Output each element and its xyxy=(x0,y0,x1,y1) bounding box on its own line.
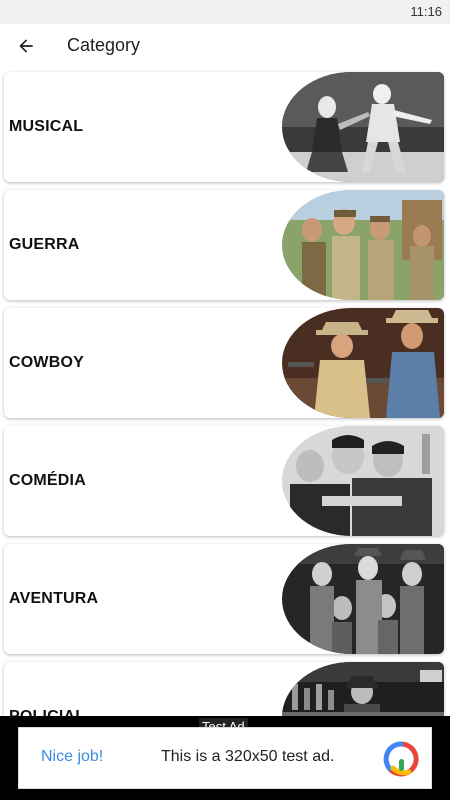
category-card-aventura[interactable]: AVENTURA xyxy=(4,544,444,654)
ad-content[interactable]: Nice job! This is a 320x50 test ad. xyxy=(18,727,432,789)
category-label: AVENTURA xyxy=(9,590,99,607)
page-title: Category xyxy=(67,35,141,55)
category-card-policial[interactable]: POLICIAL xyxy=(4,662,444,716)
category-label: COWBOY xyxy=(9,354,84,371)
ad-cta-link[interactable]: Nice job! xyxy=(41,748,103,766)
category-label: POLICIAL xyxy=(9,708,85,716)
category-image-comedia xyxy=(282,426,444,536)
category-image-cowboy xyxy=(282,308,444,418)
back-button[interactable] xyxy=(10,32,42,60)
category-label: MUSICAL xyxy=(9,118,84,135)
arrow-back-icon[interactable] xyxy=(16,36,36,56)
category-card-cowboy[interactable]: COWBOY xyxy=(4,308,444,418)
category-list[interactable]: MUSICAL GUERRA COWBOY COMÉDIA AVENTURA xyxy=(0,70,450,716)
category-image-musical xyxy=(282,72,444,182)
category-card-comedia[interactable]: COMÉDIA xyxy=(4,426,444,536)
app-bar: Category xyxy=(0,24,450,68)
ad-logo-icon[interactable] xyxy=(383,741,419,777)
category-card-guerra[interactable]: GUERRA xyxy=(4,190,444,300)
status-time: 11:16 xyxy=(410,4,442,19)
category-image-policial xyxy=(282,662,444,716)
category-image-guerra xyxy=(282,190,444,300)
category-label: GUERRA xyxy=(9,236,80,253)
status-bar: 11:16 xyxy=(0,0,450,24)
category-card-musical[interactable]: MUSICAL xyxy=(4,72,444,182)
category-label: COMÉDIA xyxy=(9,472,86,489)
ad-text: This is a 320x50 test ad. xyxy=(161,748,335,765)
category-image-aventura xyxy=(282,544,444,654)
